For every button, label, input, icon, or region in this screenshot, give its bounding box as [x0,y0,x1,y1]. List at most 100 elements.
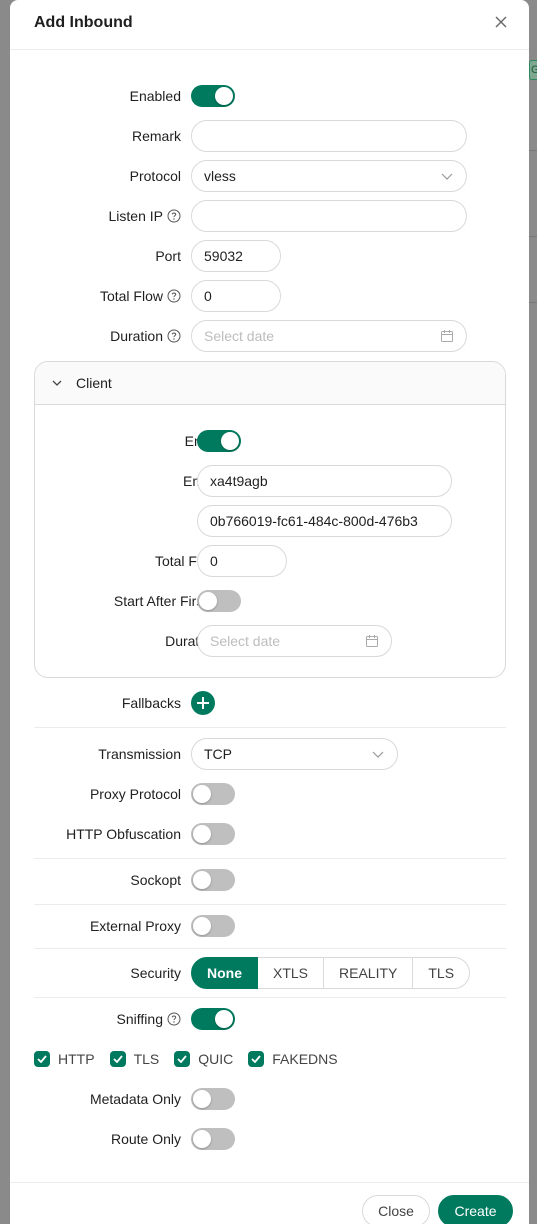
client-enabled-row: Enabled [35,425,505,457]
metadata-only-row: Metadata Only [10,1083,529,1115]
security-label: Security [130,965,181,981]
http-obfuscation-label: HTTP Obfuscation [66,826,181,842]
client-duration-date-picker[interactable]: Select date [197,625,392,657]
metadata-only-label: Metadata Only [89,1091,181,1107]
enabled-row: Enabled [10,80,529,112]
sniff-quic-label: QUIC [198,1051,234,1067]
sockopt-switch[interactable] [191,869,235,891]
security-option-reality[interactable]: REALITY [323,957,414,989]
client-email-row: Email xa4t9agb [35,465,505,497]
port-label: Port [155,248,181,264]
remark-row: Remark [10,120,529,152]
divider [34,948,506,949]
client-id-row: ID 0b766019-fc61-484c-800d-476b3 [35,505,505,537]
plus-icon [197,697,209,709]
route-only-switch[interactable] [191,1128,235,1150]
question-circle-icon[interactable] [167,329,181,343]
listen-ip-row: Listen IP [10,200,529,232]
sockopt-label: Sockopt [130,872,181,888]
proxy-protocol-switch[interactable] [191,783,235,805]
check-icon [177,1055,187,1063]
protocol-label: Protocol [129,168,181,184]
modal-title: Add Inbound [34,14,133,31]
sniffing-switch[interactable] [191,1008,235,1030]
chevron-down-icon [441,173,453,180]
client-enabled-switch[interactable] [197,430,241,452]
fallbacks-label: Fallbacks [121,695,181,711]
check-icon [37,1055,47,1063]
check-icon [112,1055,123,1063]
start-after-first-use-row: Start After First Use [35,585,505,617]
remark-input[interactable] [191,120,467,152]
create-button[interactable]: Create [438,1195,513,1224]
security-option-none[interactable]: None [191,957,258,989]
total-flow-input[interactable]: 0 [191,280,281,312]
close-icon[interactable] [493,14,509,30]
duration-row: Duration Select date [10,320,529,352]
fallbacks-row: Fallbacks [10,687,529,719]
sniff-tls-checkbox[interactable]: TLS [109,1051,159,1067]
security-radio-group: None XTLS REALITY TLS [191,957,471,989]
http-obfuscation-switch[interactable] [191,823,235,845]
security-option-tls[interactable]: TLS [412,957,471,989]
sniff-http-checkbox[interactable]: HTTP [34,1051,95,1067]
calendar-icon [441,330,453,342]
client-panel-header[interactable]: Client [35,362,505,405]
client-panel: Client Enabled Email xa4t9agb ID 0b76601… [34,361,506,678]
sniff-fakedns-checkbox[interactable]: FAKEDNS [248,1051,338,1067]
duration-placeholder: Select date [204,328,275,344]
sniff-quic-checkbox[interactable]: QUIC [174,1051,233,1067]
add-inbound-modal: Add Inbound Enabled Remark Protocol vles… [10,0,529,1224]
divider [34,858,506,859]
modal-header: Add Inbound [10,0,529,50]
client-email-input[interactable]: xa4t9agb [197,465,452,497]
protocol-select[interactable]: vless [191,160,467,192]
listen-ip-input[interactable] [191,200,467,232]
remark-label: Remark [131,128,181,144]
question-circle-icon[interactable] [167,1012,181,1026]
client-total-flow-row: Total Flow 0 [35,545,505,577]
transmission-row: Transmission TCP [10,738,529,770]
calendar-icon [366,635,378,647]
metadata-only-switch[interactable] [191,1088,235,1110]
enabled-label: Enabled [129,88,181,104]
external-proxy-row: External Proxy [10,910,529,942]
add-fallback-button[interactable] [191,691,215,715]
sniffing-row: Sniffing [10,1003,529,1035]
duration-date-picker[interactable]: Select date [191,320,467,352]
chevron-down-icon [372,751,384,758]
sniff-http-label: HTTP [58,1051,95,1067]
client-duration-row: Duration Select date [35,625,505,657]
port-input[interactable]: 59032 [191,240,281,272]
transmission-label: Transmission [98,746,181,762]
divider [34,997,506,998]
protocol-value: vless [204,168,236,184]
sniff-fakedns-label: FAKEDNS [272,1051,338,1067]
total-flow-label: Total Flow [100,280,181,312]
proxy-protocol-label: Proxy Protocol [89,786,181,802]
question-circle-icon[interactable] [167,289,181,303]
external-proxy-label: External Proxy [89,918,181,934]
divider [34,904,506,905]
protocol-row: Protocol vless [10,160,529,192]
proxy-protocol-row: Proxy Protocol [10,778,529,810]
total-flow-row: Total Flow 0 [10,280,529,312]
background-tag: G [529,60,537,80]
transmission-value: TCP [204,746,232,762]
enabled-switch[interactable] [191,85,235,107]
client-panel-title: Client [76,375,112,391]
transmission-select[interactable]: TCP [191,738,398,770]
client-total-flow-input[interactable]: 0 [197,545,287,577]
divider [34,727,506,728]
close-button[interactable]: Close [362,1195,430,1224]
chevron-down-icon [52,380,62,386]
security-option-xtls[interactable]: XTLS [257,957,325,989]
sniffing-label: Sniffing [117,1003,181,1035]
question-circle-icon[interactable] [167,209,181,223]
external-proxy-switch[interactable] [191,915,235,937]
http-obfuscation-row: HTTP Obfuscation [10,818,529,850]
client-id-input[interactable]: 0b766019-fc61-484c-800d-476b3 [197,505,452,537]
start-after-first-use-switch[interactable] [197,590,241,612]
route-only-label: Route Only [110,1131,181,1147]
client-duration-placeholder: Select date [210,633,281,649]
